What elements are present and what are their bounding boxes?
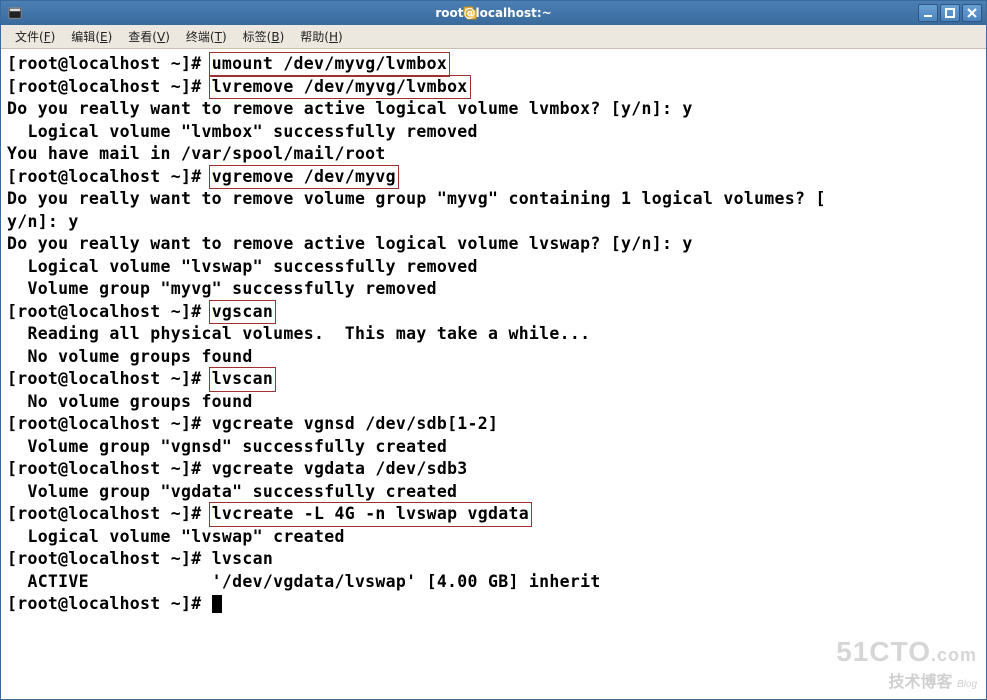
terminal-line: [root@localhost ~]# vgcreate vgdata /dev… xyxy=(7,458,980,481)
command: vgcreate vgnsd /dev/sdb[1-2] xyxy=(212,414,499,433)
terminal-line: Logical volume "lvswap" successfully rem… xyxy=(7,256,980,279)
prompt: [root@localhost ~]# xyxy=(7,77,212,96)
terminal-line: Do you really want to remove active logi… xyxy=(7,233,980,256)
terminal-line: ACTIVE '/dev/vgdata/lvswap' [4.00 GB] in… xyxy=(7,571,980,594)
terminal-line: Reading all physical volumes. This may t… xyxy=(7,323,980,346)
prompt: [root@localhost ~]# xyxy=(7,302,212,321)
terminal-line: Do you really want to remove volume grou… xyxy=(7,188,980,211)
terminal-line: [root@localhost ~]# lvcreate -L 4G -n lv… xyxy=(7,503,980,526)
terminal-line: [root@localhost ~]# lvscan xyxy=(7,548,980,571)
command: vgcreate vgdata /dev/sdb3 xyxy=(212,459,468,478)
minimize-button[interactable] xyxy=(918,4,938,22)
close-button[interactable] xyxy=(962,4,982,22)
command: lvscan xyxy=(212,549,273,568)
terminal-output[interactable]: [root@localhost ~]# umount /dev/myvg/lvm… xyxy=(1,49,986,699)
prompt: [root@localhost ~]# xyxy=(7,167,212,186)
terminal-window: root@localhost:~ 文件(F) 编辑(E) 查看(V) 终端(T)… xyxy=(0,0,987,700)
menu-help[interactable]: 帮助(H) xyxy=(292,26,350,47)
menu-view[interactable]: 查看(V) xyxy=(120,26,178,47)
command: lvcreate -L 4G -n lvswap vgdata xyxy=(209,502,532,527)
command: lvremove /dev/myvg/lvmbox xyxy=(209,75,471,100)
terminal-line: [root@localhost ~]# lvscan xyxy=(7,368,980,391)
menu-terminal[interactable]: 终端(T) xyxy=(178,26,235,47)
prompt: [root@localhost ~]# xyxy=(7,414,212,433)
terminal-line: [root@localhost ~]# vgcreate vgnsd /dev/… xyxy=(7,413,980,436)
terminal-line: No volume groups found xyxy=(7,346,980,369)
terminal-line: No volume groups found xyxy=(7,391,980,414)
window-title: root@localhost:~ xyxy=(435,6,551,20)
command: lvscan xyxy=(209,367,276,392)
menu-edit[interactable]: 编辑(E) xyxy=(63,26,120,47)
titlebar[interactable]: root@localhost:~ xyxy=(1,1,986,25)
prompt: [root@localhost ~]# xyxy=(7,549,212,568)
menu-tabs[interactable]: 标签(B) xyxy=(235,26,293,47)
window-controls xyxy=(918,4,982,22)
terminal-line: You have mail in /var/spool/mail/root xyxy=(7,143,980,166)
cursor xyxy=(212,595,222,613)
prompt: [root@localhost ~]# xyxy=(7,459,212,478)
prompt: [root@localhost ~]# xyxy=(7,504,212,523)
terminal-line: Logical volume "lvmbox" successfully rem… xyxy=(7,121,980,144)
command: vgremove /dev/myvg xyxy=(209,165,399,190)
terminal-line: Volume group "vgnsd" successfully create… xyxy=(7,436,980,459)
prompt: [root@localhost ~]# xyxy=(7,54,212,73)
menu-file[interactable]: 文件(F) xyxy=(7,26,63,47)
terminal-app-icon xyxy=(5,5,25,21)
command: umount /dev/myvg/lvmbox xyxy=(209,52,450,77)
terminal-line: [root@localhost ~]# umount /dev/myvg/lvm… xyxy=(7,53,980,76)
maximize-button[interactable] xyxy=(940,4,960,22)
terminal-line: Logical volume "lvswap" created xyxy=(7,526,980,549)
terminal-line: Volume group "vgdata" successfully creat… xyxy=(7,481,980,504)
terminal-line: [root@localhost ~]# lvremove /dev/myvg/l… xyxy=(7,76,980,99)
menubar: 文件(F) 编辑(E) 查看(V) 终端(T) 标签(B) 帮助(H) xyxy=(1,25,986,49)
command: vgscan xyxy=(209,300,276,325)
prompt: [root@localhost ~]# xyxy=(7,369,212,388)
terminal-line: [root@localhost ~]# vgremove /dev/myvg xyxy=(7,166,980,189)
terminal-line: Volume group "myvg" successfully removed xyxy=(7,278,980,301)
terminal-line: [root@localhost ~]# vgscan xyxy=(7,301,980,324)
prompt: [root@localhost ~]# xyxy=(7,594,212,613)
terminal-line: y/n]: y xyxy=(7,211,980,234)
terminal-line: Do you really want to remove active logi… xyxy=(7,98,980,121)
terminal-line: [root@localhost ~]# xyxy=(7,593,980,616)
